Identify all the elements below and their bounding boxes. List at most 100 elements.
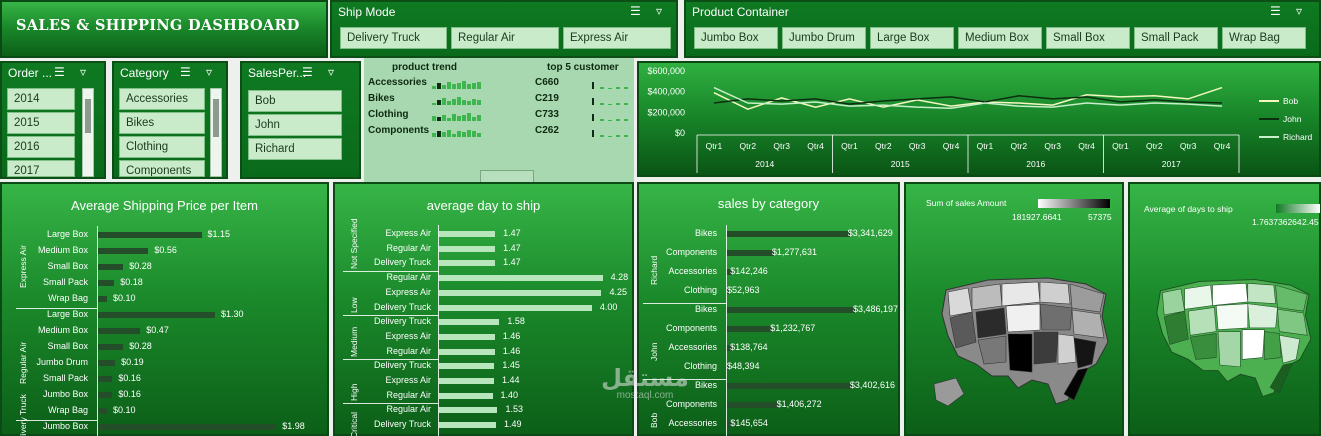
- sparkline-bar: [616, 87, 620, 89]
- clear-filter-icon[interactable]: ▿: [1296, 4, 1302, 18]
- multiselect-icon[interactable]: ☰: [180, 65, 191, 79]
- sparkline-bar: [624, 119, 628, 121]
- bar-value-label: $145,654: [730, 418, 768, 428]
- bar: [98, 296, 107, 302]
- category-title: Category: [120, 66, 169, 80]
- order-date-item[interactable]: 2017: [7, 160, 75, 177]
- bar-category-label: Express Air: [385, 228, 431, 238]
- bar-value-label: 1.46: [502, 345, 521, 356]
- sparkline-bar: [616, 119, 620, 121]
- sparkline-bar: [592, 114, 594, 121]
- bar: [439, 304, 592, 311]
- bar-category-label: Wrap Bag: [48, 405, 88, 415]
- bar-value-label: 1.47: [503, 257, 521, 268]
- salesperson-item[interactable]: Richard: [248, 138, 342, 160]
- sparkline-bar: [437, 117, 441, 121]
- bar: [98, 360, 116, 366]
- category-item[interactable]: Clothing: [119, 136, 205, 158]
- x-tick-label: Qtr2: [875, 141, 892, 151]
- multiselect-icon[interactable]: ☰: [630, 4, 641, 18]
- sparkline-bar: [592, 130, 594, 137]
- sales-line-chart-panel: $600,000 $400,000 $200,000 $0 Qtr1 Qtr2 Qtr3 Qt…: [637, 61, 1321, 177]
- bar-category-label: Clothing: [683, 285, 717, 295]
- bar-value-label: 1.47: [503, 228, 521, 238]
- container-item[interactable]: Large Box: [870, 27, 954, 49]
- salesperson-item[interactable]: Bob: [248, 90, 342, 112]
- clear-filter-icon[interactable]: ▿: [656, 4, 662, 18]
- sparkline-bar: [467, 101, 471, 105]
- trend-sparkline: [432, 110, 482, 121]
- bar-value-label: $0.16: [118, 389, 141, 399]
- bar-value-label: $1.98: [282, 421, 305, 431]
- order-date-item[interactable]: 2015: [7, 112, 75, 134]
- bar-category-label: Components: [665, 247, 717, 257]
- sparkline-bar: [462, 115, 466, 121]
- sparkline-bar: [437, 100, 441, 105]
- category-item[interactable]: Bikes: [119, 112, 205, 134]
- customer-sparkline: [592, 94, 632, 105]
- container-item[interactable]: Small Box: [1046, 27, 1130, 49]
- bar-category-label: Express Air: [385, 286, 431, 297]
- x-tick-label: Qtr4: [1214, 141, 1231, 151]
- trend-sparkline: [432, 78, 482, 89]
- category-scrollbar[interactable]: [210, 88, 222, 177]
- x-tick-label: Qtr4: [1078, 141, 1095, 151]
- bar-category-label: Medium Box: [37, 245, 88, 255]
- container-item[interactable]: Jumbo Drum: [782, 27, 866, 49]
- sparkline-bar: [477, 100, 481, 105]
- sparkline-bar: [442, 85, 446, 89]
- salesperson-item[interactable]: John: [248, 114, 342, 136]
- clear-filter-icon[interactable]: ▿: [328, 65, 334, 79]
- sparkline-bar: [616, 135, 620, 137]
- ship-mode-item[interactable]: Regular Air: [451, 27, 559, 49]
- top-customers-title: top 5 customer: [547, 62, 619, 73]
- map2-legend-max: 2.45: [1302, 217, 1319, 227]
- bar-group-label: Bob: [649, 412, 659, 428]
- map2-legend-min: 1.763736264: [1252, 217, 1302, 227]
- x-tick-label: Qtr3: [1180, 141, 1197, 151]
- sparkline-bar: [457, 83, 461, 89]
- trend-sparkline: [432, 126, 482, 137]
- container-item[interactable]: Medium Box: [958, 27, 1042, 49]
- bar-category-label: Delivery Truck: [373, 419, 431, 430]
- clear-filter-icon[interactable]: ▿: [206, 65, 212, 79]
- bar-value-label: $1,277,631: [771, 247, 817, 257]
- order-date-scrollbar[interactable]: [82, 88, 94, 177]
- bar: [727, 307, 855, 313]
- order-date-item[interactable]: 2016: [7, 136, 75, 158]
- bar-value-label: $0.16: [118, 373, 141, 383]
- order-date-item[interactable]: 2014: [7, 88, 75, 110]
- bar-group-label: Express Air: [18, 245, 28, 288]
- bar-category-label: Regular Air: [386, 345, 431, 356]
- sparkline-bar: [477, 82, 481, 89]
- bar-value-label: 4.25: [609, 286, 627, 297]
- ship-mode-item[interactable]: Delivery Truck: [340, 27, 447, 49]
- bar-value-label: $3,402,616: [849, 380, 895, 390]
- bar-category-label: Wrap Bag: [48, 293, 88, 303]
- sparkline-bar: [447, 82, 451, 89]
- watermark: مستقل mostaql.com: [600, 364, 690, 401]
- category-item[interactable]: Components: [119, 160, 205, 177]
- bar: [98, 392, 113, 398]
- salesperson-slicer: SalesPer... ☰ ▿ Bob John Richard: [240, 61, 361, 179]
- trend-product-label: Accessories: [368, 77, 427, 88]
- multiselect-icon[interactable]: ☰: [302, 65, 313, 79]
- ship-mode-item[interactable]: Express Air: [563, 27, 671, 49]
- bar-category-label: Regular Air: [386, 404, 431, 415]
- bar-group-label: Richard: [649, 255, 659, 285]
- container-item[interactable]: Wrap Bag: [1222, 27, 1306, 49]
- container-item[interactable]: Small Pack: [1134, 27, 1218, 49]
- bar-category-label: Large Box: [46, 229, 88, 239]
- top-customer-label: C733: [535, 109, 559, 120]
- clear-filter-icon[interactable]: ▿: [80, 65, 86, 79]
- multiselect-icon[interactable]: ☰: [1270, 4, 1281, 18]
- bar: [439, 407, 498, 414]
- bar-value-label: $48,394: [727, 361, 760, 371]
- category-item[interactable]: Accessories: [119, 88, 205, 110]
- trend-product-label: Components: [368, 125, 430, 136]
- days-to-ship-map-panel: Average of days to ship 1.763736264 2.45: [1128, 182, 1321, 436]
- multiselect-icon[interactable]: ☰: [54, 65, 65, 79]
- sparkline-bar: [437, 131, 441, 137]
- container-item[interactable]: Jumbo Box: [694, 27, 778, 49]
- bar-value-label: $0.28: [129, 341, 152, 351]
